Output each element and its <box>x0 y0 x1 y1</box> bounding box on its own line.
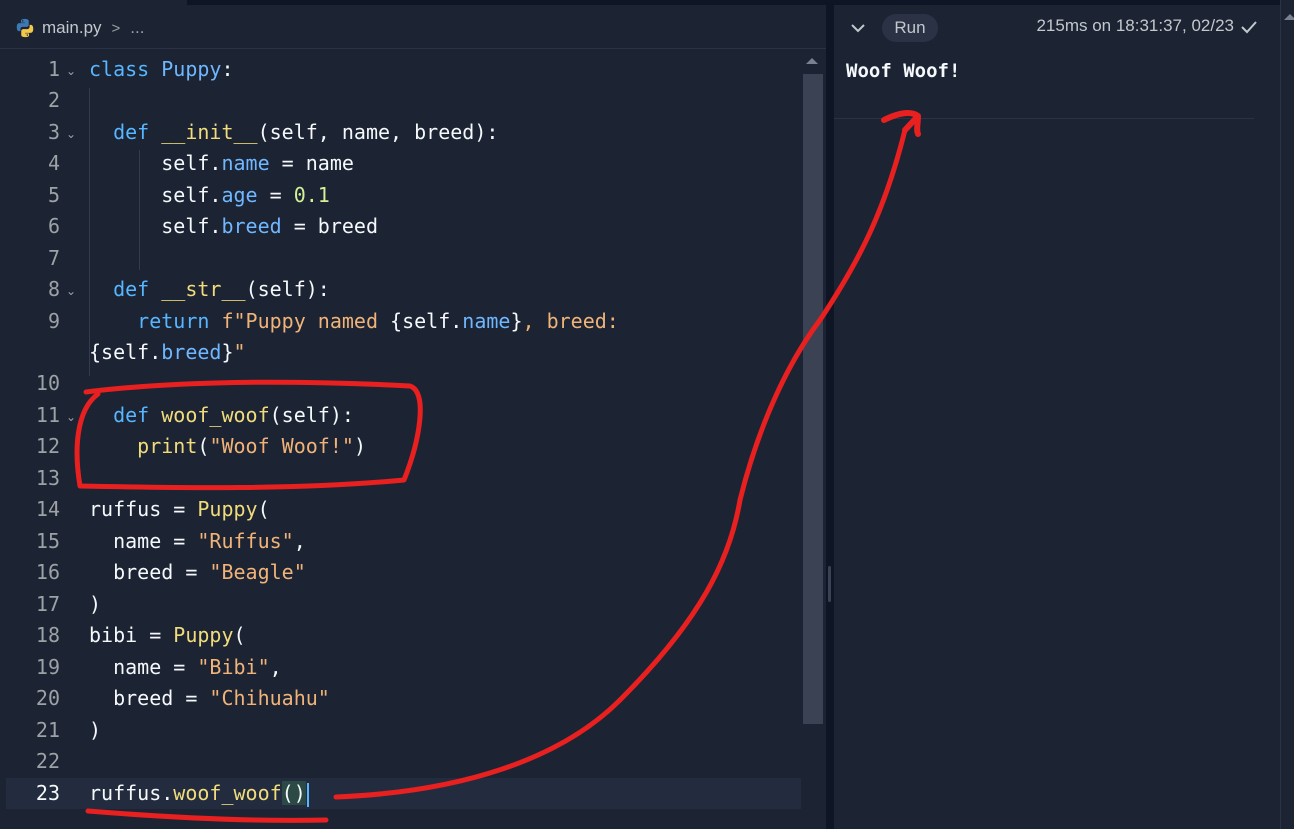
line-number: 8 <box>47 277 60 301</box>
code-line[interactable]: 5 self.age = 0.1 <box>0 180 800 211</box>
run-status: 215ms on 18:31:37, 02/23 <box>1036 16 1234 35</box>
line-number: 5 <box>47 183 60 207</box>
line-number: 21 <box>35 718 60 742</box>
code-text: name = "Ruffus", <box>89 529 306 553</box>
right-scrollbar[interactable] <box>1280 0 1294 829</box>
line-number: 4 <box>47 151 60 175</box>
tab-strip <box>0 0 826 8</box>
code-text: def __init__(self, name, breed): <box>113 120 499 144</box>
line-number: 14 <box>35 497 60 521</box>
fold-icon[interactable]: ⌄ <box>66 127 76 141</box>
console-output: Woof Woof! <box>846 60 961 82</box>
code-line[interactable]: 18 bibi = Puppy( <box>0 620 800 651</box>
text-cursor <box>306 782 309 807</box>
line-number: 3 <box>47 120 60 144</box>
fold-icon[interactable]: ⌄ <box>66 284 76 298</box>
line-number: 12 <box>35 434 60 458</box>
code-line[interactable]: 21 ) <box>0 715 800 746</box>
code-text: breed = "Chihuahu" <box>89 686 330 710</box>
line-number: 18 <box>35 623 60 647</box>
line-number: 23 <box>35 781 60 805</box>
code-text: class Puppy: <box>89 57 234 81</box>
line-number: 17 <box>35 592 60 616</box>
line-number: 20 <box>35 686 60 710</box>
fold-icon[interactable]: ⌄ <box>66 64 76 78</box>
code-line[interactable]: 12 print("Woof Woof!") <box>0 431 800 462</box>
code-text: def woof_woof(self): <box>113 403 354 427</box>
code-line[interactable]: 14 ruffus = Puppy( <box>0 494 800 525</box>
line-number: 11 <box>35 403 60 427</box>
line-number: 19 <box>35 655 60 679</box>
code-text: breed = "Beagle" <box>89 560 306 584</box>
pane-splitter[interactable] <box>826 0 834 829</box>
code-text: ruffus.woof_woof() <box>89 778 309 809</box>
python-icon <box>16 18 34 38</box>
code-text: def __str__(self): <box>113 277 330 301</box>
code-line-wrap[interactable]: {self.breed}" <box>0 337 800 368</box>
code-text: bibi = Puppy( <box>89 623 246 647</box>
code-line-active[interactable]: 23 ruffus.woof_woof() <box>6 778 801 809</box>
scroll-up-arrow[interactable] <box>1284 14 1294 20</box>
code-line[interactable]: 9 return f"Puppy named {self.name}, bree… <box>0 306 800 337</box>
code-editor[interactable]: main.py > ... 1 ⌄ class Puppy: 2 3 ⌄ def _… <box>0 0 826 829</box>
editor-scrollbar[interactable] <box>803 74 823 724</box>
line-number: 7 <box>47 246 60 270</box>
check-icon <box>1241 21 1257 34</box>
fold-icon[interactable]: ⌄ <box>66 410 76 424</box>
code-line[interactable]: 19 name = "Bibi", <box>0 652 800 683</box>
breadcrumb-more[interactable]: ... <box>130 18 144 38</box>
code-line[interactable]: 11 ⌄ def woof_woof(self): <box>0 400 800 431</box>
line-number: 16 <box>35 560 60 584</box>
code-line[interactable]: 8 ⌄ def __str__(self): <box>0 274 800 305</box>
line-number: 2 <box>47 88 60 112</box>
code-line[interactable]: 17 ) <box>0 589 800 620</box>
code-text: print("Woof Woof!") <box>137 434 366 458</box>
code-line[interactable]: 16 breed = "Beagle" <box>0 557 800 588</box>
code-line[interactable]: 6 self.breed = breed <box>0 211 800 242</box>
code-text: self.breed = breed <box>89 214 378 238</box>
code-text: self.name = name <box>89 151 354 175</box>
line-number: 6 <box>47 214 60 238</box>
line-number: 15 <box>35 529 60 553</box>
code-line[interactable]: 10 <box>0 368 800 399</box>
line-number: 13 <box>35 466 60 490</box>
output-divider <box>834 118 1254 119</box>
console-header: Run 215ms on 18:31:37, 02/23 <box>834 5 1280 49</box>
code-line[interactable]: 1 ⌄ class Puppy: <box>0 54 800 85</box>
code-line[interactable]: 4 self.name = name <box>0 148 800 179</box>
chevron-down-icon[interactable] <box>849 22 867 34</box>
code-line[interactable]: 3 ⌄ def __init__(self, name, breed): <box>0 117 800 148</box>
resize-grip[interactable] <box>828 566 831 602</box>
code-line[interactable]: 7 <box>0 243 800 274</box>
code-text: name = "Bibi", <box>89 655 282 679</box>
code-text: ) <box>89 592 102 616</box>
breadcrumb: main.py > ... <box>0 8 826 49</box>
code-text: ) <box>89 718 102 742</box>
run-button[interactable]: Run <box>882 14 938 42</box>
code-line[interactable]: 2 <box>0 85 800 116</box>
code-text: {self.breed}" <box>89 340 246 364</box>
breadcrumb-separator: > <box>111 19 121 37</box>
line-number: 9 <box>47 309 60 333</box>
line-number: 10 <box>35 371 60 395</box>
code-line[interactable]: 22 <box>0 746 800 777</box>
scroll-up-arrow[interactable] <box>806 58 818 64</box>
code-line[interactable]: 15 name = "Ruffus", <box>0 526 800 557</box>
code-line[interactable]: 20 breed = "Chihuahu" <box>0 683 800 714</box>
code-text: return f"Puppy named {self.name}, breed: <box>137 309 619 333</box>
code-line[interactable]: 13 <box>0 463 800 494</box>
line-number: 22 <box>35 749 60 773</box>
code-text: ruffus = Puppy( <box>89 497 270 521</box>
code-text: self.age = 0.1 <box>89 183 330 207</box>
line-number: 1 <box>47 57 60 81</box>
console-pane: Run 215ms on 18:31:37, 02/23 Woof Woof! <box>834 0 1280 829</box>
breadcrumb-filename[interactable]: main.py <box>42 18 102 38</box>
